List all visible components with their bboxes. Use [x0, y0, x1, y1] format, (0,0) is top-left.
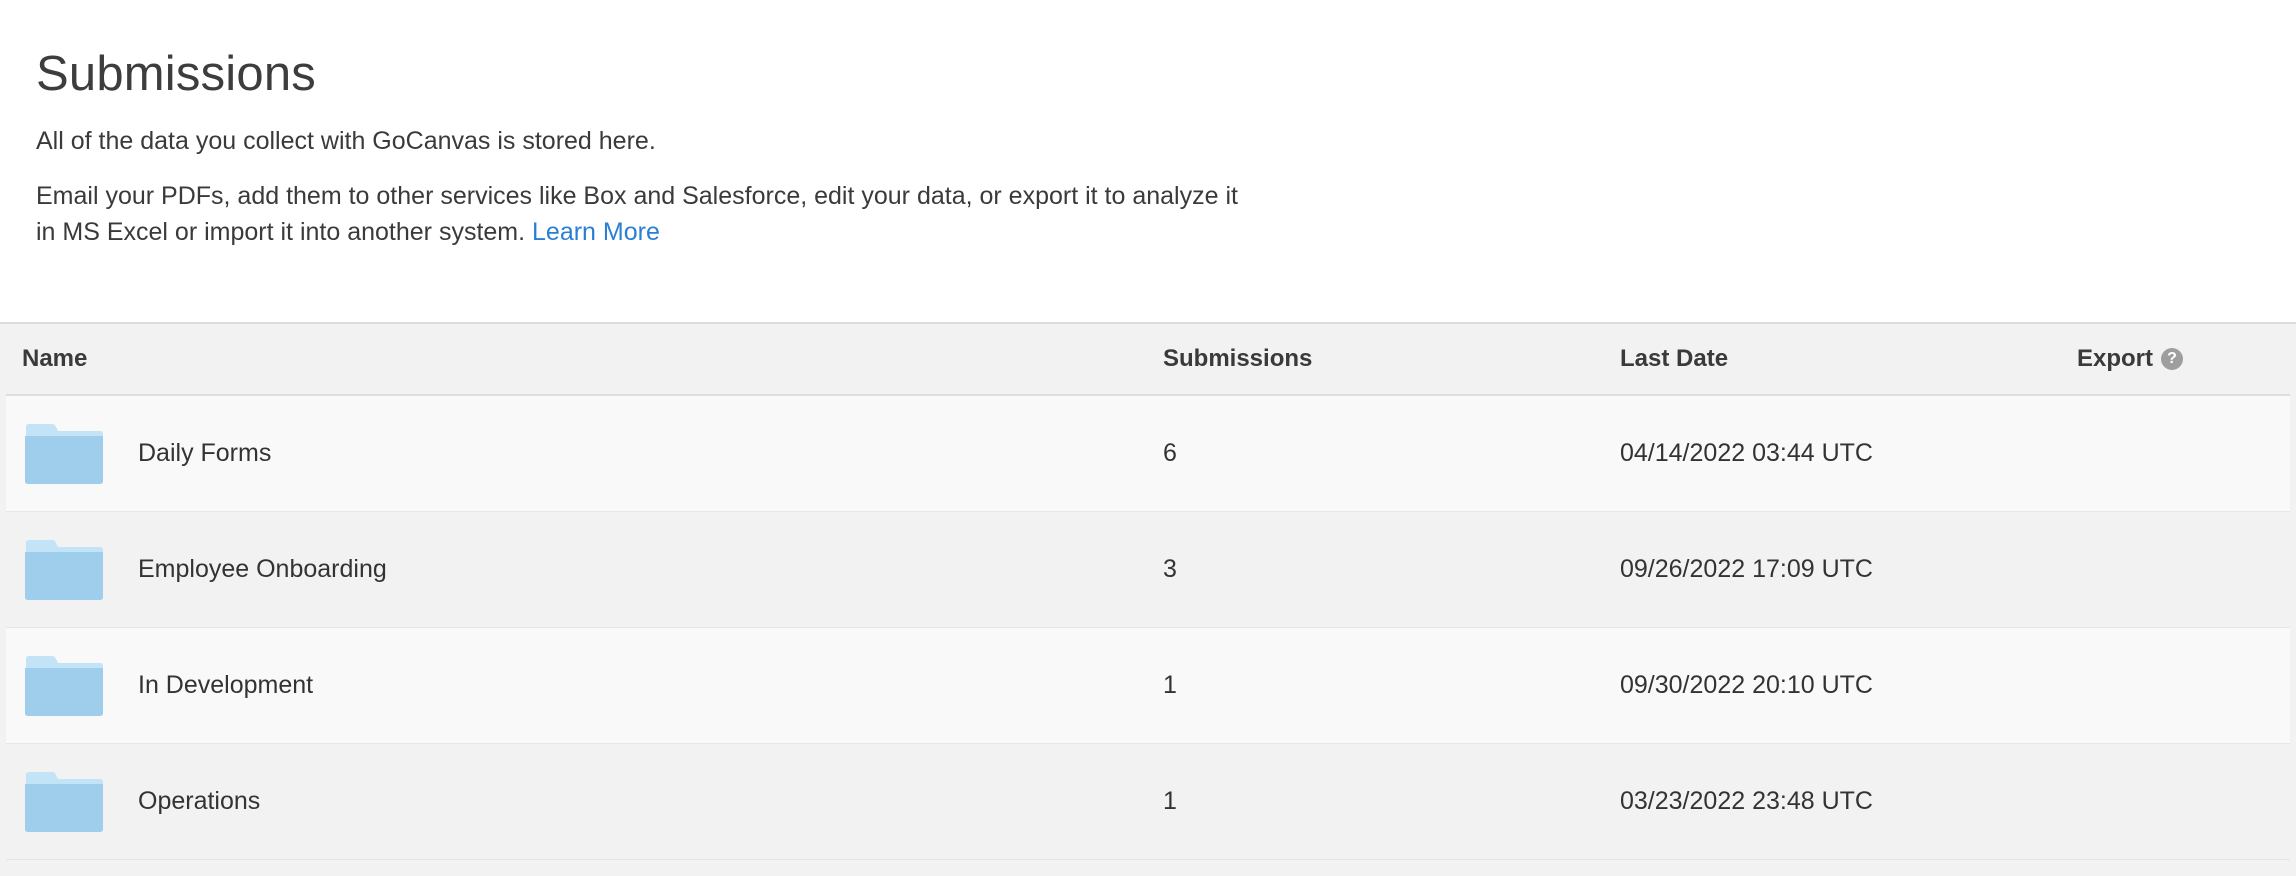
page-header: Submissions All of the data you collect … [0, 0, 2296, 322]
help-icon[interactable]: ? [2161, 348, 2184, 370]
table-row[interactable]: Daily Forms 6 04/14/2022 03:44 UTC [6, 396, 2290, 512]
table-body: Daily Forms 6 04/14/2022 03:44 UTC Emplo… [6, 396, 2290, 860]
folder-name: Daily Forms [138, 439, 272, 467]
folder-name: Employee Onboarding [138, 555, 387, 583]
column-header-submissions[interactable]: Submissions [1163, 345, 1620, 373]
column-header-last-date[interactable]: Last Date [1620, 345, 2077, 373]
folder-icon [25, 655, 103, 716]
page-subtitle: All of the data you collect with GoCanva… [36, 127, 656, 155]
submission-count: 6 [1163, 439, 1177, 467]
folder-name-cell: In Development [6, 655, 1163, 717]
description-line-1: Email your PDFs, add them to other servi… [36, 182, 1238, 210]
page-title: Submissions [36, 47, 316, 101]
page-description: Email your PDFs, add them to other servi… [36, 178, 1296, 250]
folder-name-cell: Operations [6, 771, 1163, 833]
last-date: 04/14/2022 03:44 UTC [1620, 439, 1873, 467]
folder-name-cell: Employee Onboarding [6, 539, 1163, 601]
table-header: Name Submissions Last Date Export ? [6, 324, 2290, 396]
submission-count: 1 [1163, 787, 1177, 815]
last-date: 09/26/2022 17:09 UTC [1620, 555, 1873, 583]
last-date: 03/23/2022 23:48 UTC [1620, 787, 1873, 815]
table-row[interactable]: Employee Onboarding 3 09/26/2022 17:09 U… [6, 512, 2290, 628]
folder-icon [25, 539, 103, 600]
submissions-table: Name Submissions Last Date Export ? Dail… [0, 322, 2296, 876]
folder-name-cell: Daily Forms [6, 423, 1163, 485]
submission-count: 1 [1163, 671, 1177, 699]
table-row[interactable]: In Development 1 09/30/2022 20:10 UTC [6, 628, 2290, 744]
folder-name: In Development [138, 671, 314, 699]
folder-icon [25, 423, 103, 484]
folder-name: Operations [138, 787, 261, 815]
last-date: 09/30/2022 20:10 UTC [1620, 671, 1873, 699]
table-row[interactable]: Operations 1 03/23/2022 23:48 UTC [6, 744, 2290, 860]
export-label: Export [2077, 345, 2154, 372]
description-line-2: in MS Excel or import it into another sy… [36, 218, 526, 246]
column-header-name[interactable]: Name [6, 345, 1163, 373]
column-header-export: Export ? [2077, 345, 2290, 373]
folder-icon [25, 771, 103, 832]
submission-count: 3 [1163, 555, 1177, 583]
learn-more-link[interactable]: Learn More [532, 218, 660, 246]
